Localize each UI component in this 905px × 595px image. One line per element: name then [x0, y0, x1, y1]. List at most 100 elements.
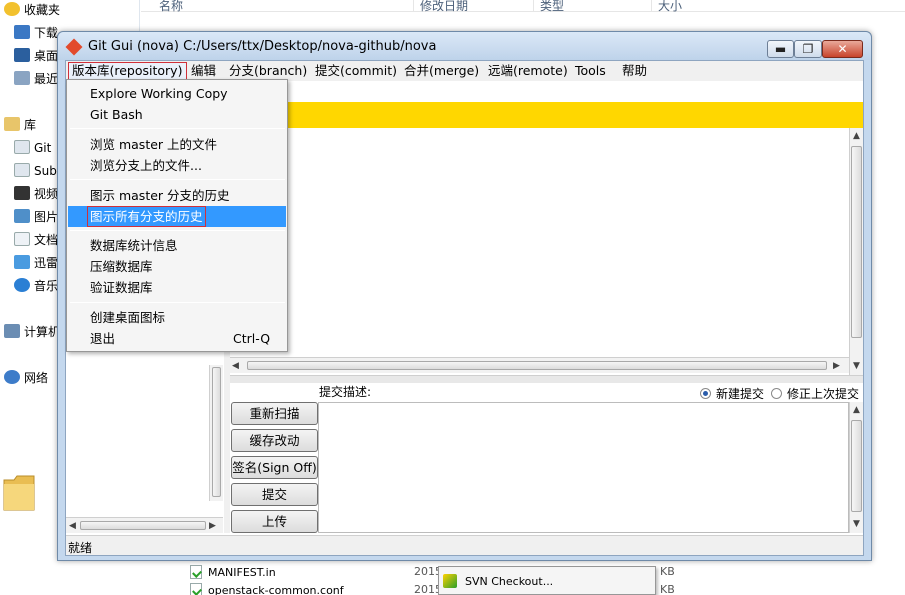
radio-label: 修正上次提交	[787, 387, 860, 401]
maximize-icon: ❐	[802, 42, 814, 56]
close-button[interactable]: ✕	[822, 40, 863, 58]
column-header-type[interactable]: 类型	[540, 0, 564, 14]
menu-item-create-desktop-icon[interactable]: 创建桌面图标	[68, 307, 286, 328]
nav-item-thunder[interactable]: 迅雷	[14, 253, 58, 273]
thunder-download-icon	[14, 255, 30, 269]
scroll-right-arrow-icon[interactable]: ▶	[833, 359, 840, 373]
menu-item-label: 压缩数据库	[90, 259, 153, 274]
menu-separator	[70, 230, 285, 231]
nav-item-recent[interactable]: 最近	[14, 69, 58, 89]
push-button[interactable]: 上传	[231, 510, 318, 533]
menu-repository[interactable]: 版本库(repository)	[68, 62, 187, 80]
git-logo-icon	[65, 38, 83, 56]
menu-item-quit[interactable]: 退出 Ctrl-Q	[68, 328, 286, 349]
stage-changed-button[interactable]: 缓存改动	[231, 429, 318, 452]
explorer-column-headers: 名称 修改日期 类型 大小	[141, 0, 905, 14]
sign-off-button[interactable]: 签名(Sign Off)	[231, 456, 318, 479]
scroll-up-arrow-icon[interactable]: ▲	[853, 129, 860, 143]
nav-item-label: 图片	[34, 210, 59, 224]
context-menu: SVN Checkout...	[438, 566, 656, 595]
diff-horizontal-scrollbar[interactable]: ◀ ▶	[229, 357, 849, 373]
new-commit-radio[interactable]: 新建提交	[700, 385, 764, 402]
column-header-name[interactable]: 名称	[159, 0, 183, 14]
minimize-button[interactable]: ▬	[767, 40, 794, 58]
computer-icon	[4, 324, 20, 338]
nav-item-label: 下载	[34, 26, 59, 40]
file-row[interactable]: openstack-common.conf	[190, 582, 344, 595]
menu-item-browse-master-files[interactable]: 浏览 master 上的文件	[68, 134, 286, 155]
column-header-size[interactable]: 大小	[658, 0, 682, 14]
menu-merge[interactable]: 合并(merge)	[401, 63, 482, 81]
scroll-right-arrow-icon[interactable]: ▶	[209, 519, 216, 533]
menu-bar: 版本库(repository) 编辑 分支(branch) 提交(commit)…	[66, 61, 863, 81]
commit-button[interactable]: 提交	[231, 483, 318, 506]
nav-item-label: 视频	[34, 187, 59, 201]
menu-item-visualize-all-branch-history[interactable]: 图示所有分支的历史	[68, 206, 286, 227]
maximize-button[interactable]: ❐	[794, 40, 822, 58]
status-text: 就绪	[68, 541, 93, 555]
scrollbar-thumb[interactable]	[212, 367, 221, 497]
nav-item-computer[interactable]: 计算机	[4, 322, 60, 342]
file-list-vertical-scrollbar[interactable]	[209, 365, 223, 501]
desktop-icon	[14, 48, 30, 62]
menu-item-visualize-master-history[interactable]: 图示 master 分支的历史	[68, 185, 286, 206]
column-divider[interactable]	[533, 0, 534, 12]
menu-item-verify-database[interactable]: 验证数据库	[68, 277, 286, 298]
scroll-up-arrow-icon[interactable]: ▲	[853, 403, 860, 417]
menu-help[interactable]: 帮助	[619, 63, 650, 81]
nav-item-desktop[interactable]: 桌面	[14, 46, 58, 66]
menu-item-browse-branch-files[interactable]: 浏览分支上的文件...	[68, 155, 286, 176]
file-size: KB	[660, 565, 675, 578]
nav-item-music[interactable]: 音乐	[14, 276, 58, 296]
scroll-left-arrow-icon[interactable]: ◀	[69, 519, 76, 533]
music-icon	[14, 278, 30, 292]
column-divider[interactable]	[413, 0, 414, 12]
menu-tools[interactable]: Tools	[572, 63, 609, 81]
svn-checkout-menu-item[interactable]: SVN Checkout...	[443, 573, 553, 591]
menu-remote[interactable]: 远端(remote)	[485, 63, 571, 81]
scrollbar-thumb[interactable]	[851, 146, 862, 338]
nav-item-label: 收藏夹	[24, 3, 61, 17]
nav-item-network[interactable]: 网络	[4, 368, 48, 388]
folder-icon	[3, 475, 35, 511]
pane-splitter[interactable]	[229, 375, 863, 383]
libraries-icon	[4, 117, 20, 131]
commit-message-scrollbar[interactable]: ▲ ▼	[849, 402, 863, 533]
scrollbar-thumb[interactable]	[851, 420, 862, 512]
title-bar[interactable]: Git Gui (nova) C:/Users/ttx/Desktop/nova…	[58, 32, 871, 60]
scroll-down-arrow-icon[interactable]: ▼	[853, 517, 860, 531]
nav-item-videos[interactable]: 视频	[14, 184, 58, 204]
file-row[interactable]: MANIFEST.in	[190, 564, 276, 582]
menu-commit[interactable]: 提交(commit)	[312, 63, 400, 81]
menu-item-label: SVN Checkout...	[465, 575, 554, 588]
column-header-date[interactable]: 修改日期	[420, 0, 468, 14]
amend-commit-radio[interactable]: 修正上次提交	[771, 385, 859, 402]
nav-item-downloads[interactable]: 下载	[14, 23, 58, 43]
diff-vertical-scrollbar[interactable]: ▲ ▼	[849, 128, 863, 375]
nav-item-documents[interactable]: 文档	[14, 230, 58, 250]
downloads-icon	[14, 25, 30, 39]
file-icon	[190, 583, 202, 595]
menu-item-database-statistics[interactable]: 数据库统计信息	[68, 235, 286, 256]
status-bar: 就绪	[66, 535, 863, 555]
column-divider[interactable]	[651, 0, 652, 12]
nav-item-label: 网络	[24, 371, 49, 385]
scroll-down-arrow-icon[interactable]: ▼	[853, 359, 860, 373]
commit-message-textarea[interactable]	[318, 402, 849, 533]
nav-item-libraries[interactable]: 库	[4, 115, 36, 135]
menu-item-git-bash[interactable]: Git Bash	[68, 104, 286, 125]
nav-item-favorites[interactable]: 收藏夹	[4, 0, 60, 20]
nav-item-git[interactable]: Git	[14, 138, 51, 158]
file-list-horizontal-scrollbar[interactable]: ◀ ▶	[66, 517, 223, 533]
scrollbar-thumb[interactable]	[80, 521, 206, 530]
nav-item-pictures[interactable]: 图片	[14, 207, 58, 227]
rescan-button[interactable]: 重新扫描	[231, 402, 318, 425]
radio-unselected-icon	[771, 388, 782, 399]
menu-item-explore-working-copy[interactable]: Explore Working Copy	[68, 83, 286, 104]
nav-item-label: 最近	[34, 72, 59, 86]
menu-item-label: Explore Working Copy	[90, 86, 228, 101]
menu-item-compress-database[interactable]: 压缩数据库	[68, 256, 286, 277]
scroll-left-arrow-icon[interactable]: ◀	[232, 359, 239, 373]
tortoise-svn-icon	[443, 574, 457, 588]
scrollbar-thumb[interactable]	[247, 361, 827, 370]
